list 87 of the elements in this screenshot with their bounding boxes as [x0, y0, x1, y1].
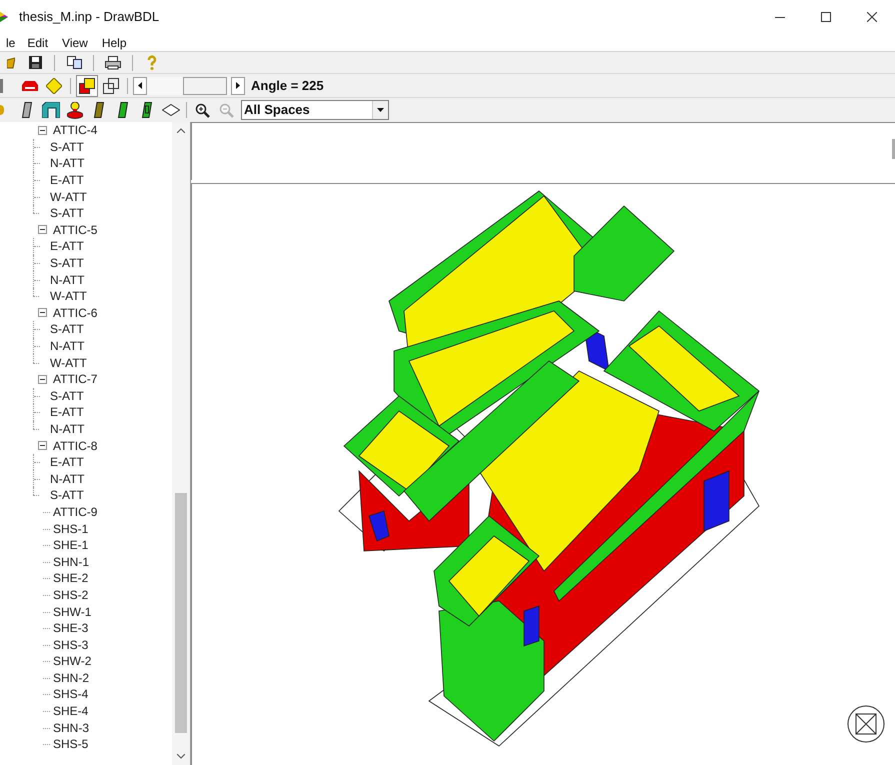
tree-item[interactable]: N-ATT	[50, 340, 84, 352]
collapse-icon[interactable]	[38, 225, 47, 234]
tree-item[interactable]: ATTIC-7	[53, 373, 98, 386]
menu-item[interactable]: Edit	[27, 34, 48, 52]
tree-item[interactable]: SHE-4	[53, 705, 88, 718]
tree-item[interactable]: S-ATT	[50, 257, 84, 270]
tree-item[interactable]: SHE-3	[53, 622, 88, 634]
printer-icon	[105, 56, 121, 70]
tree-item[interactable]: S-ATT	[50, 489, 84, 502]
angle-slider[interactable]	[147, 76, 231, 94]
tree-item[interactable]: ATTIC-4	[53, 124, 98, 136]
tree-item[interactable]: E-ATT	[50, 240, 84, 252]
slider-thumb[interactable]	[182, 76, 227, 94]
tree-item[interactable]: SHE-1	[53, 539, 88, 552]
tree-item[interactable]: SHS-4	[53, 688, 88, 700]
tool-button[interactable]	[76, 74, 98, 96]
tree-item[interactable]: ATTIC-6	[53, 306, 98, 319]
panel-icon	[142, 102, 152, 118]
diamond-outline-icon	[162, 104, 180, 116]
tree-item[interactable]: W-ATT	[50, 356, 87, 369]
arch-icon	[42, 102, 60, 118]
app-icon	[0, 11, 8, 23]
zoom-out-icon	[218, 102, 234, 118]
tree-item[interactable]: S-ATT	[50, 390, 84, 402]
tree-item[interactable]: E-ATT	[50, 406, 84, 418]
collapse-icon[interactable]	[38, 126, 47, 135]
scroll-right-button[interactable]	[231, 76, 245, 94]
window-title: thesis_M.inp - DrawBDL	[19, 8, 160, 26]
collapse-icon[interactable]	[38, 308, 47, 318]
menu-item[interactable]: View	[62, 34, 88, 52]
tree-item[interactable]: S-ATT	[50, 323, 84, 336]
panel-icon	[22, 102, 32, 118]
tree-item[interactable]: SHN-1	[53, 556, 90, 568]
folder-icon	[7, 56, 15, 68]
overlapping-squares-icon	[103, 78, 119, 94]
tree-item[interactable]: SHS-5	[53, 738, 88, 750]
help-icon	[147, 55, 157, 70]
scroll-left-button[interactable]	[133, 76, 147, 94]
copy-icon	[66, 56, 82, 69]
overlapping-squares-icon	[79, 78, 95, 94]
tree-item[interactable]: S-ATT	[50, 140, 84, 153]
tree-item[interactable]: N-ATT	[50, 157, 84, 170]
collapse-icon[interactable]	[38, 374, 47, 384]
tree-item[interactable]: S-ATT	[50, 207, 84, 220]
angle-label: Angle = 225	[251, 76, 324, 95]
tree-item[interactable]: SHE-2	[53, 572, 88, 584]
close-icon	[867, 12, 877, 22]
tree-item[interactable]: N-ATT	[50, 472, 84, 485]
menu-item[interactable]: Help	[102, 34, 127, 52]
tree-item[interactable]: E-ATT	[50, 174, 84, 186]
dropdown-arrow-icon	[377, 108, 384, 112]
zoom-in-icon	[194, 102, 210, 118]
tree-item[interactable]: SHS-1	[53, 522, 88, 535]
collapse-icon[interactable]	[38, 441, 47, 450]
tree-item[interactable]: ATTIC-8	[53, 440, 98, 452]
menu-item[interactable]: le	[6, 34, 16, 52]
tree-item[interactable]: N-ATT	[50, 274, 84, 286]
tree-item[interactable]: ATTIC-5	[53, 224, 98, 236]
tree-item[interactable]: SHS-3	[53, 638, 88, 651]
tree-item[interactable]: SHS-2	[53, 588, 88, 601]
tree-item[interactable]: E-ATT	[50, 456, 84, 468]
space-dropdown[interactable]: All Spaces	[241, 100, 389, 120]
block-icon	[22, 80, 38, 90]
maximize-icon	[821, 12, 831, 22]
panel-icon	[94, 102, 104, 118]
panel-icon	[118, 102, 128, 118]
tree-item[interactable]: N-ATT	[50, 422, 84, 435]
tree-item[interactable]: W-ATT	[50, 190, 87, 203]
scroll-up-icon	[177, 128, 185, 133]
scroll-down-icon	[177, 754, 185, 759]
compass-icon	[847, 705, 885, 743]
tree-item[interactable]: W-ATT	[50, 290, 87, 302]
diamond-icon	[46, 78, 62, 94]
right-arrow-icon	[236, 82, 240, 89]
tree-item[interactable]: SHW-2	[53, 655, 92, 668]
tree-item[interactable]: SHW-1	[53, 606, 92, 618]
tree-item[interactable]: ATTIC-9	[53, 506, 98, 518]
scroll-thumb[interactable]	[175, 493, 187, 733]
minimize-icon	[775, 16, 785, 18]
tool-button[interactable]	[40, 99, 62, 121]
pawn-icon	[67, 102, 83, 118]
tool-button[interactable]	[64, 99, 86, 121]
tree-item[interactable]: SHN-3	[53, 722, 90, 734]
floppy-icon	[28, 56, 42, 69]
left-arrow-icon	[138, 82, 142, 89]
scrollbar[interactable]	[172, 122, 190, 765]
tree-item[interactable]: SHN-2	[53, 672, 90, 684]
